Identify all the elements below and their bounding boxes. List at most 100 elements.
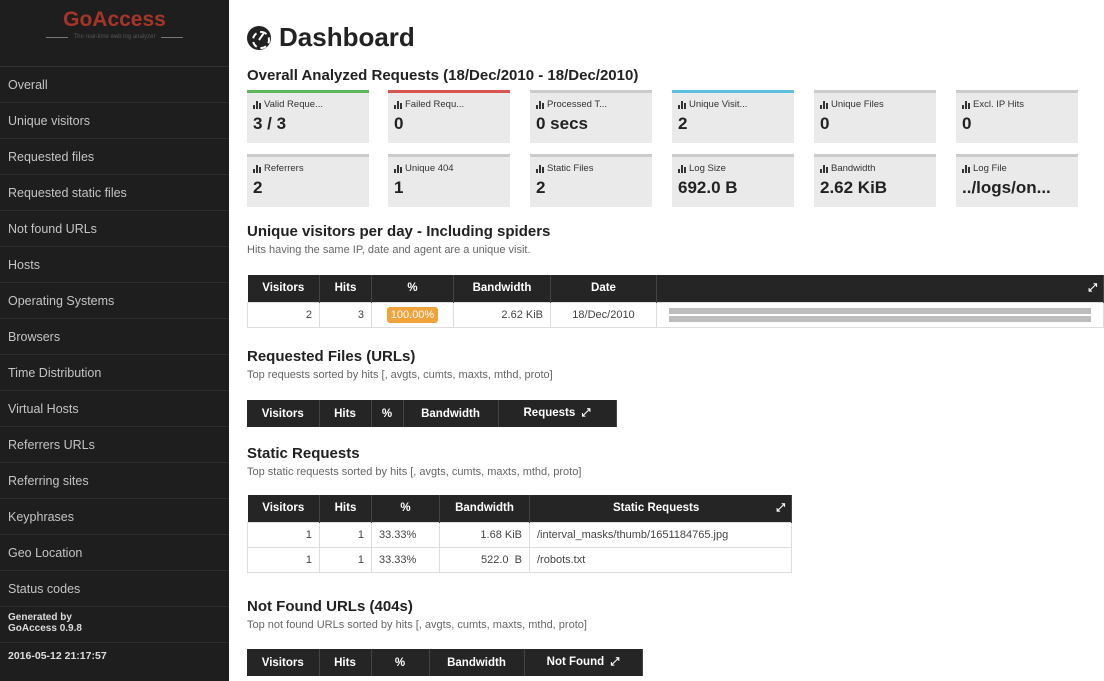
notfound-subtitle: Top not found URLs sorted by hits [, avg… [247, 619, 587, 631]
notfound-table: Visitors Hits % Bandwidth Not Found ⤢ [247, 649, 643, 676]
col-visitors[interactable]: Visitors [247, 400, 320, 427]
sidebar-item-overall[interactable]: Overall [0, 67, 229, 103]
col-hits[interactable]: Hits [319, 400, 372, 427]
bar-chart-icon [678, 164, 686, 173]
stat-value: 2.62 KiB [820, 178, 888, 197]
col-percent[interactable]: % [371, 400, 404, 427]
col-bandwidth[interactable]: Bandwidth [453, 275, 551, 302]
bar-chart-icon [962, 164, 970, 173]
stat-label: Log Size [689, 163, 726, 174]
table-header-row: Visitors Hits % Bandwidth Not Found ⤢ [247, 649, 643, 676]
col-bandwidth[interactable]: Bandwidth [403, 400, 499, 427]
stat-card: Excl. IP Hits 0 [956, 90, 1078, 143]
bar-chart-icon [962, 100, 970, 109]
sidebar-item-status-codes[interactable]: Status codes [0, 571, 229, 607]
stat-value: 0 [962, 114, 972, 133]
stat-label: Processed T... [547, 99, 608, 110]
col-percent[interactable]: % [371, 495, 440, 522]
bar-chart-icon [536, 164, 544, 173]
col-hits[interactable]: Hits [319, 275, 372, 302]
bar-chart-icon [253, 164, 261, 173]
bar-chart-icon [678, 100, 686, 109]
sidebar-item-time-distribution[interactable]: Time Distribution [0, 355, 229, 391]
sidebar-header: GoAccess The real-time web log analyzer [0, 0, 229, 67]
expand-icon[interactable]: ⤢ [611, 656, 620, 668]
expand-icon[interactable]: ⤢ [582, 407, 591, 419]
stat-card: Referrers 2 [247, 154, 369, 207]
col-date[interactable]: Date [550, 275, 657, 302]
stat-label: Unique Visit... [689, 99, 748, 110]
stat-card: Log Size 692.0 B [672, 154, 794, 207]
table-header-row: Visitors Hits % Bandwidth Static Request… [247, 495, 792, 522]
col-static-requests[interactable]: Static Requests ⤢ [529, 495, 792, 522]
overall-heading: Overall Analyzed Requests (18/Dec/2010 -… [247, 67, 639, 84]
sidebar: GoAccess The real-time web log analyzer … [0, 0, 229, 681]
stat-value: 0 secs [536, 114, 588, 133]
sidebar-item-referring-sites[interactable]: Referring sites [0, 463, 229, 499]
sidebar-item-requested-static-files[interactable]: Requested static files [0, 175, 229, 211]
sidebar-item-operating-systems[interactable]: Operating Systems [0, 283, 229, 319]
generated-by: Generated by GoAccess 0.9.8 [0, 607, 229, 643]
stat-label: Referrers [264, 163, 304, 174]
stat-label: Bandwidth [831, 163, 876, 174]
sidebar-item-hosts[interactable]: Hosts [0, 247, 229, 283]
visitors-subtitle: Hits having the same IP, date and agent … [247, 244, 531, 256]
stat-value: 0 [394, 114, 404, 133]
stat-card: Valid Reque... 3 / 3 [247, 90, 369, 143]
static-heading: Static Requests [247, 445, 360, 462]
col-bandwidth[interactable]: Bandwidth [439, 495, 530, 522]
stat-label: Unique Files [831, 99, 884, 110]
logo-tagline: The real-time web log analyzer [0, 34, 229, 40]
col-hits[interactable]: Hits [319, 649, 372, 676]
stat-card: Log File ../logs/on... [956, 154, 1078, 207]
visitors-bar-cell [656, 301, 1104, 328]
col-requests[interactable]: Requests ⤢ [498, 400, 617, 427]
table-row[interactable]: 2 3 100.00% 2.62 KiB 18/Dec/2010 [247, 301, 1104, 328]
stat-value: 692.0 B [678, 178, 738, 197]
visitors-table: Visitors Hits % Bandwidth Date ⤢ 2 3 100… [247, 275, 1104, 328]
generated-timestamp: 2016-05-12 21:17:57 [8, 650, 107, 662]
col-percent[interactable]: % [371, 275, 454, 302]
bar-chart-icon [820, 100, 828, 109]
col-percent[interactable]: % [371, 649, 430, 676]
table-header-row: Visitors Hits % Bandwidth Requests ⤢ [247, 400, 617, 427]
hits-bar [669, 315, 1091, 322]
stat-card: Processed T... 0 secs [530, 90, 652, 143]
static-subtitle: Top static requests sorted by hits [, av… [247, 466, 582, 478]
expand-button[interactable]: ⤢ [656, 275, 1104, 302]
sidebar-item-virtual-hosts[interactable]: Virtual Hosts [0, 391, 229, 427]
stat-card: Static Files 2 [530, 154, 652, 207]
requested-table: Visitors Hits % Bandwidth Requests ⤢ [247, 400, 617, 427]
sidebar-item-requested-files[interactable]: Requested files [0, 139, 229, 175]
table-row[interactable]: 1 1 33.33% 1.68 KiB /interval_masks/thum… [247, 521, 792, 548]
col-hits[interactable]: Hits [319, 495, 372, 522]
col-visitors[interactable]: Visitors [247, 495, 320, 522]
bar-chart-icon [394, 100, 402, 109]
dashboard-gauge-icon [247, 25, 271, 50]
stat-label: Excl. IP Hits [973, 99, 1025, 110]
col-visitors[interactable]: Visitors [247, 649, 320, 676]
table-row[interactable]: 1 1 33.33% 522.0 B /robots.txt [247, 546, 792, 573]
stat-card: Unique 404 1 [388, 154, 510, 207]
col-visitors[interactable]: Visitors [247, 275, 320, 302]
percent-badge: 100.00% [386, 306, 439, 323]
col-not-found[interactable]: Not Found ⤢ [524, 649, 643, 676]
sidebar-item-referrers-urls[interactable]: Referrers URLs [0, 427, 229, 463]
requested-heading: Requested Files (URLs) [247, 348, 416, 365]
stat-label: Unique 404 [405, 163, 454, 174]
stat-card: Failed Requ... 0 [388, 90, 510, 143]
stat-label: Failed Requ... [405, 99, 465, 110]
col-bandwidth[interactable]: Bandwidth [429, 649, 525, 676]
sidebar-item-browsers[interactable]: Browsers [0, 319, 229, 355]
requested-subtitle: Top requests sorted by hits [, avgts, cu… [247, 369, 553, 381]
static-table: Visitors Hits % Bandwidth Static Request… [247, 495, 792, 573]
sidebar-item-not-found-urls[interactable]: Not found URLs [0, 211, 229, 247]
stat-value: ../logs/on... [962, 178, 1051, 197]
sidebar-item-keyphrases[interactable]: Keyphrases [0, 499, 229, 535]
table-header-row: Visitors Hits % Bandwidth Date ⤢ [247, 275, 1104, 302]
stat-card: Unique Visit... 2 [672, 90, 794, 143]
sidebar-item-unique-visitors[interactable]: Unique visitors [0, 103, 229, 139]
expand-icon[interactable]: ⤢ [776, 502, 785, 515]
sidebar-item-geo-location[interactable]: Geo Location [0, 535, 229, 571]
stat-value: 0 [820, 114, 830, 133]
